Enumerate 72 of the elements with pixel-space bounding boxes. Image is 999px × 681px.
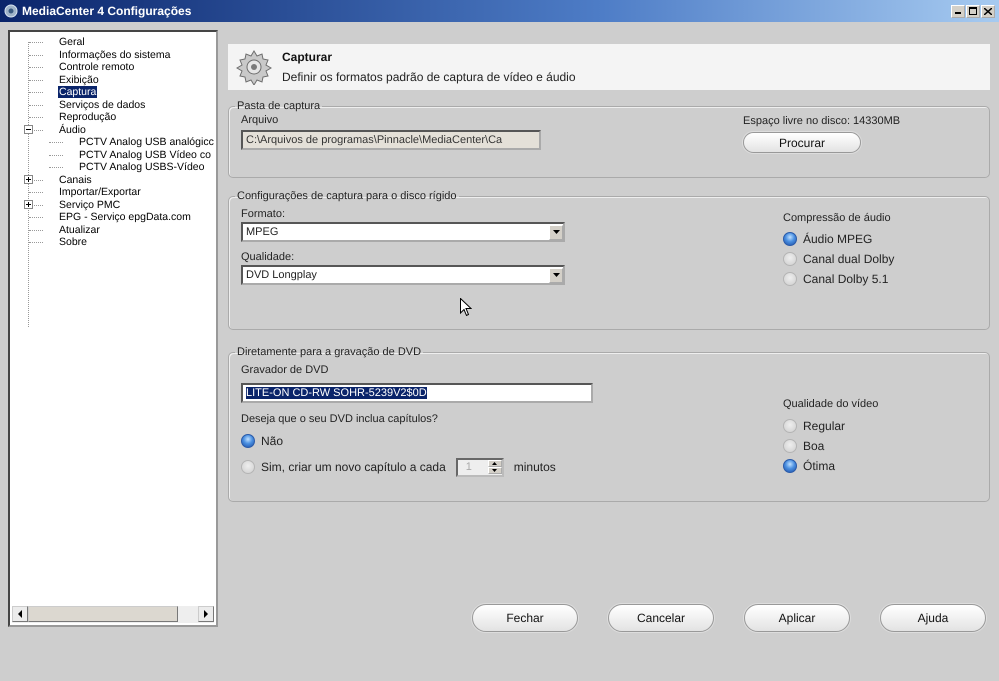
expand-toggle-icon[interactable] [24,175,33,184]
field-label: Arquivo [241,114,280,126]
question-text: Deseja que o seu DVD inclua capítulos? [241,413,439,425]
tree-item[interactable]: Informações do sistema [58,48,172,61]
caret-up-icon [492,462,498,465]
caret-down-icon [552,230,560,234]
collapse-toggle-icon[interactable] [24,125,33,134]
radio-option[interactable]: Canal Dolby 5.1 [783,269,888,289]
tree-item[interactable]: PCTV Analog USB analógicc [78,136,215,148]
minimize-button[interactable] [951,4,965,18]
tree-item[interactable]: Serviço PMC [58,198,122,211]
dialog-button[interactable]: Fechar [472,604,578,632]
gear-icon [236,49,272,85]
radio-option[interactable]: Canal dual Dolby [783,249,894,269]
group-title: Configurações de captura para o disco rígido [236,190,458,202]
caret-down-icon [492,469,498,472]
field-label: Gravador de DVD [241,364,330,376]
radio-option[interactable]: Sim, criar um novo capítulo a cada [241,457,446,477]
cursor-icon [460,298,472,317]
dialog-button[interactable]: Cancelar [608,604,714,632]
tree-item[interactable]: Canais [58,174,93,186]
unit-text: minutos [514,460,556,474]
tree-item[interactable]: PCTV Analog USB Vídeo co [78,148,212,161]
tree-item[interactable]: EPG - Serviço epgData.com [58,211,192,224]
group-title: Pasta de captura [236,100,322,112]
tree-item[interactable]: Controle remoto [58,61,136,74]
selected-text: LITE-ON CD-RW SOHR-5239V2$0D [246,387,427,399]
tree-item[interactable]: Captura [58,86,98,98]
dvd-recorder-field[interactable]: LITE-ON CD-RW SOHR-5239V2$0D [241,383,593,403]
tree-item[interactable]: Importar/Exportar [58,186,142,198]
field-label: Formato: [241,208,286,220]
tree-item[interactable]: Serviços de dados [58,98,146,111]
scrollbar-thumb[interactable] [28,606,178,622]
tree-item[interactable]: Áudio [58,124,87,136]
radio-option[interactable]: Regular [783,416,846,436]
tree-item[interactable]: Exibição [58,74,100,86]
tree-item[interactable]: Geral [58,36,86,48]
dialog-button[interactable]: Aplicar [744,604,850,632]
window-title: MediaCenter 4 Configurações [22,4,192,18]
tree-item[interactable]: PCTV Analog USBS-Vídeo [78,161,206,174]
page-subtitle: Definir os formatos padrão de captura de vídeo e áudio [282,70,576,84]
app-icon [4,4,18,18]
close-icon [984,8,992,14]
maximize-button[interactable] [966,4,980,18]
radio-option[interactable]: Ótima [783,456,836,476]
caret-down-icon [552,273,560,277]
tree-item[interactable]: Atualizar [58,224,101,236]
scroll-right-button[interactable] [198,606,214,622]
group-label: Compressão de áudio [783,212,892,224]
browse-button[interactable]: Procurar [743,132,861,153]
group-label: Qualidade do vídeo [783,398,880,410]
scroll-left-button[interactable] [12,606,28,622]
radio-option[interactable]: Não [241,431,284,451]
maximize-icon [969,7,977,15]
page-title: Capturar [282,50,334,64]
tree-item[interactable]: Sobre [58,236,88,248]
radio-option[interactable]: Áudio MPEG [783,229,872,249]
format-dropdown[interactable]: MPEG [241,222,565,242]
field-label: Qualidade: [241,251,296,263]
free-space-text: Espaço livre no disco: 14330MB [743,115,902,127]
close-button[interactable] [981,4,995,18]
expand-toggle-icon[interactable] [24,200,33,210]
caret-left-icon [17,610,23,618]
dropdown-arrow-button[interactable] [549,268,563,282]
group-title: Diretamente para a gravação de DVD [236,346,422,358]
dropdown-arrow-button[interactable] [549,224,563,240]
caret-right-icon [203,610,209,618]
folder-path-field[interactable]: C:\Arquivos de programas\Pinnacle\MediaCenter\Ca [241,130,541,150]
radio-option[interactable]: Boa [783,436,824,456]
dialog-button[interactable]: Ajuda [880,604,986,632]
tree-item[interactable]: Reprodução [58,111,118,124]
quality-dropdown[interactable]: DVD Longplay [241,265,565,285]
